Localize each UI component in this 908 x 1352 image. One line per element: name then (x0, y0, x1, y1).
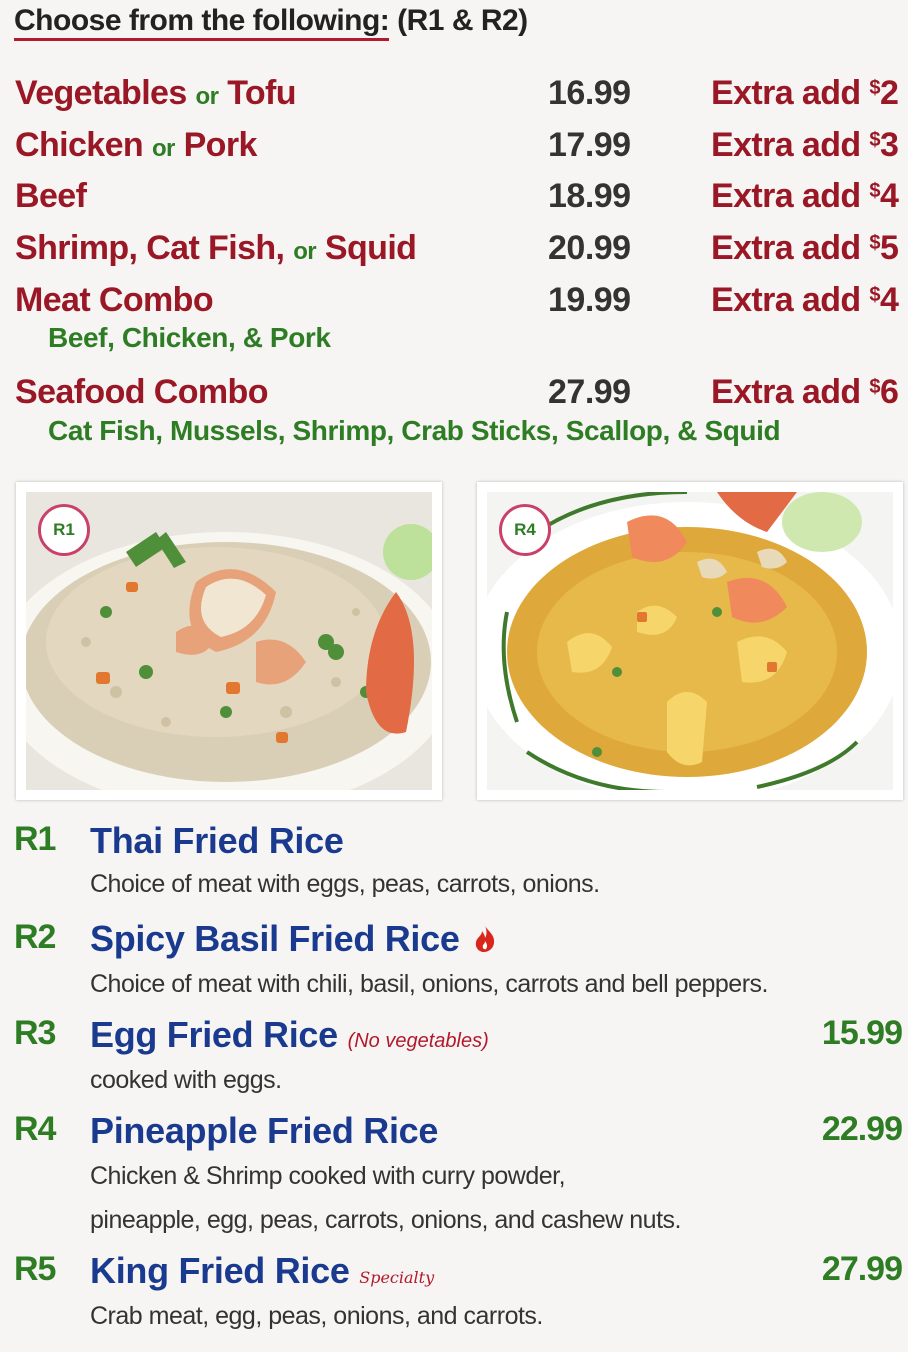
photo-tag-badge: R1 (38, 504, 90, 556)
choice-name: Vegetables or Tofu (15, 74, 297, 113)
item-description-line-2: pineapple, egg, peas, carrots, onions, a… (90, 1206, 681, 1234)
extra-currency: $ (869, 129, 880, 151)
choice-main-name: Shrimp, Cat Fish, (15, 229, 285, 267)
item-title-text: Thai Fried Rice (90, 820, 344, 861)
choice-price: 18.99 (548, 177, 631, 215)
extra-label: Extra add (711, 74, 861, 112)
choice-row-shrimp-catfish-squid: Shrimp, Cat Fish, or Squid 20.99 Extra a… (0, 229, 908, 269)
extra-amount: 2 (879, 74, 899, 112)
extra-amount: 4 (879, 177, 899, 215)
choice-main-name: Vegetables (15, 74, 187, 112)
choice-extra: Extra add $3 (711, 126, 899, 165)
seafood-combo-contents: Cat Fish, Mussels, Shrimp, Crab Sticks, … (48, 415, 781, 446)
extra-currency: $ (869, 232, 880, 254)
choice-price: 20.99 (548, 229, 631, 267)
choice-main-name: Beef (15, 177, 87, 215)
choice-or-word: or (195, 83, 219, 110)
extra-amount: 3 (879, 126, 899, 164)
item-title: Egg Fried Rice (No vegetables) (90, 1014, 489, 1056)
item-title: Thai Fried Rice (90, 820, 344, 862)
thai-fried-rice-photo: R1 (16, 482, 442, 800)
meat-combo-contents: Beef, Chicken, & Pork (48, 322, 331, 353)
choice-name: Shrimp, Cat Fish, or Squid (15, 229, 417, 268)
extra-currency: $ (869, 77, 880, 99)
item-description: Choice of meat with chili, basil, onions… (90, 970, 768, 998)
item-title-text: Pineapple Fried Rice (90, 1110, 439, 1151)
item-title: Spicy Basil Fried Rice (90, 918, 497, 962)
photo-tag-badge: R4 (499, 504, 551, 556)
extra-amount: 4 (879, 281, 899, 319)
extra-label: Extra add (711, 177, 861, 215)
item-title: Pineapple Fried Rice (90, 1110, 438, 1152)
item-code: R2 (14, 918, 56, 956)
choice-price: 17.99 (548, 126, 631, 164)
extra-amount: 5 (879, 229, 899, 267)
extra-label: Extra add (711, 281, 861, 319)
item-description: Crab meat, egg, peas, onions, and carrot… (90, 1302, 543, 1330)
pineapple-fried-rice-photo: R4 (477, 482, 903, 800)
choice-alt-name: Squid (324, 229, 417, 267)
header-rest-text: (R1 & R2) (397, 4, 528, 37)
choice-name: Meat Combo (15, 281, 214, 320)
item-code: R5 (14, 1250, 56, 1288)
item-title-text: King Fried Rice (90, 1250, 350, 1291)
choice-extra: Extra add $5 (711, 229, 899, 268)
choice-name: Beef (15, 177, 87, 216)
choice-extra: Extra add $4 (711, 177, 899, 216)
item-description: Choice of meat with eggs, peas, carrots,… (90, 870, 600, 898)
choice-row-vegetables-tofu: Vegetables or Tofu 16.99 Extra add $2 (0, 74, 908, 114)
choice-main-name: Meat Combo (15, 281, 214, 319)
choice-extra: Extra add $2 (711, 74, 899, 113)
choice-name: Seafood Combo (15, 373, 268, 412)
choice-alt-name: Tofu (227, 74, 296, 112)
header-underlined-text: Choose from the following: (14, 4, 390, 41)
item-price: 15.99 (821, 1014, 903, 1052)
choice-extra: Extra add $6 (711, 373, 899, 412)
item-price: 22.99 (821, 1110, 903, 1148)
extra-label: Extra add (711, 229, 861, 267)
choice-alt-name: Pork (183, 126, 258, 164)
item-title-text: Spicy Basil Fried Rice (90, 918, 460, 959)
item-code: R4 (14, 1110, 56, 1148)
choice-row-seafood-combo: Seafood Combo 27.99 Extra add $6 (0, 373, 908, 413)
extra-currency: $ (869, 376, 880, 398)
choice-name: Chicken or Pork (15, 126, 257, 165)
item-title-text: Egg Fried Rice (90, 1014, 338, 1055)
choice-main-name: Seafood Combo (15, 373, 268, 411)
item-description: cooked with eggs. (90, 1066, 282, 1094)
choice-or-word: or (151, 135, 175, 162)
extra-label: Extra add (711, 126, 861, 164)
choice-price: 19.99 (548, 281, 631, 319)
item-note: (No vegetables) (347, 1030, 489, 1052)
item-code: R1 (14, 820, 56, 858)
choice-main-name: Chicken (15, 126, 144, 164)
choice-extra: Extra add $4 (711, 281, 899, 320)
item-code: R3 (14, 1014, 56, 1052)
specialty-label: Specialty (359, 1268, 435, 1287)
item-title: King Fried Rice Specialty (90, 1250, 434, 1292)
item-price: 27.99 (821, 1250, 903, 1288)
chili-flame-icon (473, 920, 497, 962)
choice-price: 16.99 (548, 74, 631, 112)
extra-currency: $ (869, 180, 880, 202)
choice-row-meat-combo: Meat Combo 19.99 Extra add $4 (0, 281, 908, 321)
choice-row-chicken-pork: Chicken or Pork 17.99 Extra add $3 (0, 126, 908, 166)
item-description-line-1: Chicken & Shrimp cooked with curry powde… (90, 1162, 566, 1190)
choice-or-word: or (293, 238, 317, 265)
extra-currency: $ (869, 284, 880, 306)
choice-row-beef: Beef 18.99 Extra add $4 (0, 177, 908, 217)
extra-amount: 6 (879, 373, 899, 411)
choice-price: 27.99 (548, 373, 631, 411)
section-header: Choose from the following: (R1 & R2) (14, 4, 528, 41)
extra-label: Extra add (711, 373, 861, 411)
